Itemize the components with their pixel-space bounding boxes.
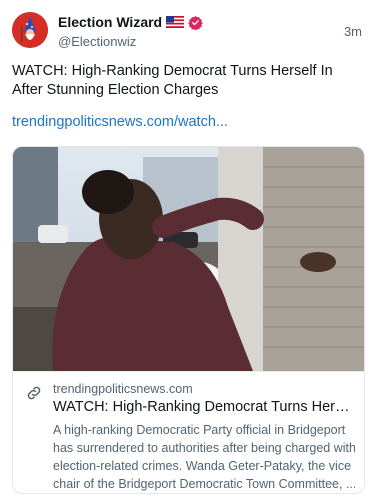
- card-description-line: has surrendered to authorities after bei…: [53, 441, 355, 455]
- link-icon: [27, 386, 41, 400]
- card-title[interactable]: WATCH: High-Ranking Democrat Turns Herse…: [53, 399, 353, 415]
- post-timestamp[interactable]: 3m: [344, 24, 362, 39]
- card-body[interactable]: trendingpoliticsnews.com WATCH: High-Ran…: [13, 371, 364, 493]
- verified-badge-icon: [188, 15, 203, 30]
- card-description-line: election-related crimes. Wanda Geter-Pat…: [53, 459, 352, 473]
- post-header: Election Wizard @Electionwiz 3m: [12, 12, 362, 52]
- post-text: WATCH: High-Ranking Democrat Turns Herse…: [12, 63, 333, 98]
- author-name[interactable]: Election Wizard: [58, 13, 162, 31]
- card-description-line: A high-ranking Democratic Party official…: [53, 423, 346, 437]
- us-flag-icon: [166, 16, 185, 28]
- card-image[interactable]: [13, 147, 364, 371]
- card-domain: trendingpoliticsnews.com: [53, 382, 193, 396]
- link-preview-card[interactable]: trendingpoliticsnews.com WATCH: High-Ran…: [12, 146, 365, 494]
- author-handle[interactable]: @Electionwiz: [58, 33, 203, 50]
- post-link[interactable]: trendingpoliticsnews.com/watch...: [12, 114, 228, 130]
- card-description-line: chair of the Bridgeport Democratic Town …: [53, 477, 355, 491]
- card-description: A high-ranking Democratic Party official…: [53, 421, 355, 493]
- author-avatar[interactable]: [12, 12, 48, 48]
